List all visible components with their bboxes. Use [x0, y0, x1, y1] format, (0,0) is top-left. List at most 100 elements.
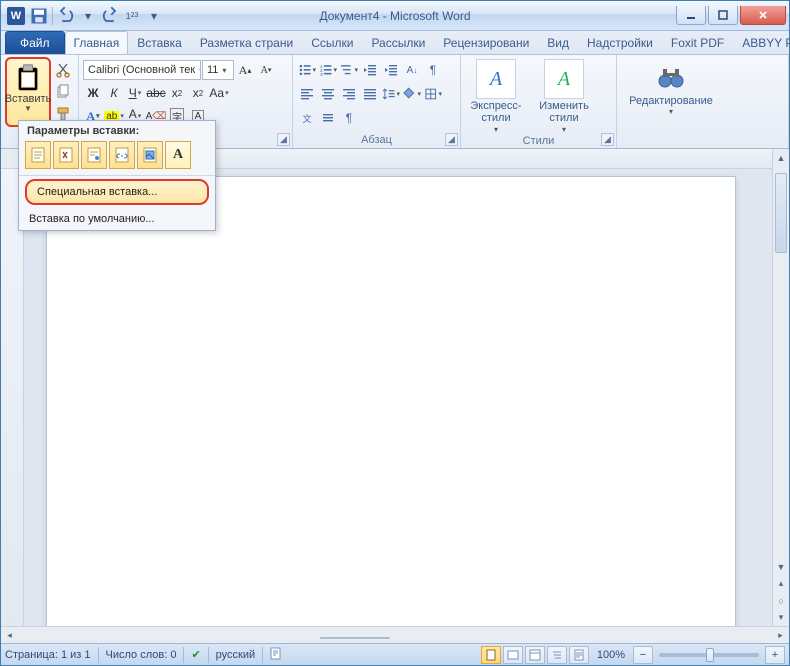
copy-icon[interactable]: [53, 82, 73, 102]
change-styles-icon: A: [544, 59, 584, 99]
bold-icon[interactable]: Ж: [83, 83, 103, 103]
view-outline-icon[interactable]: [547, 646, 567, 664]
tab-mailings[interactable]: Рассылки: [362, 31, 434, 54]
tab-abbyy[interactable]: ABBYY PDF Trans: [733, 31, 790, 54]
subscript-icon[interactable]: x2: [167, 83, 187, 103]
qat-redo-icon[interactable]: [100, 6, 120, 26]
justify-icon[interactable]: [360, 84, 380, 104]
asian-layout-icon[interactable]: ¶: [339, 108, 359, 128]
shading-icon[interactable]: [402, 84, 422, 104]
align-center-icon[interactable]: [318, 84, 338, 104]
status-language[interactable]: русский: [216, 649, 255, 661]
qat-separator: [52, 7, 53, 25]
multilevel-list-icon[interactable]: [339, 60, 359, 80]
qat-undo-dropdown[interactable]: ▾: [78, 6, 98, 26]
qat-save-icon[interactable]: [29, 6, 49, 26]
page[interactable]: [46, 176, 736, 626]
numbering-icon[interactable]: 123: [318, 60, 338, 80]
status-word-count[interactable]: Число слов: 0: [106, 649, 177, 661]
paste-options-header: Параметры вставки:: [19, 121, 215, 139]
quick-styles-button[interactable]: A Экспресс-стили ▾: [465, 59, 527, 134]
superscript-icon[interactable]: x2: [188, 83, 208, 103]
scroll-right-icon[interactable]: ▸: [772, 627, 789, 644]
tab-layout[interactable]: Разметка страни: [191, 31, 302, 54]
scroll-up-icon[interactable]: ▲: [773, 149, 789, 166]
align-left-icon[interactable]: [297, 84, 317, 104]
zoom-in-icon[interactable]: +: [765, 646, 785, 664]
decrease-indent-icon[interactable]: [360, 60, 380, 80]
underline-icon[interactable]: Ч: [125, 83, 145, 103]
paste-option-keep-source[interactable]: [25, 141, 51, 169]
qat-undo-icon[interactable]: [56, 6, 76, 26]
select-browse-icon[interactable]: ○: [773, 592, 789, 609]
change-case-icon[interactable]: Aa: [209, 83, 229, 103]
sort-icon[interactable]: A↓: [402, 60, 422, 80]
prev-page-icon[interactable]: ▴: [773, 575, 789, 592]
chevron-down-icon: ▾: [562, 125, 566, 134]
paste-option-link[interactable]: [109, 141, 135, 169]
track-changes-icon[interactable]: [270, 646, 284, 663]
tab-foxit[interactable]: Foxit PDF: [662, 31, 733, 54]
view-web-icon[interactable]: [525, 646, 545, 664]
paste-option-merge[interactable]: [53, 141, 79, 169]
distributed-icon[interactable]: [318, 108, 338, 128]
styles-dialog-launcher[interactable]: ◢: [601, 133, 614, 146]
document-surface[interactable]: [24, 169, 772, 626]
maximize-button[interactable]: [708, 6, 738, 25]
increase-indent-icon[interactable]: [381, 60, 401, 80]
group-paragraph: 123 A↓ ¶ 文: [293, 55, 461, 148]
tab-home[interactable]: Главная: [65, 31, 129, 54]
tab-view[interactable]: Вид: [538, 31, 578, 54]
change-styles-button[interactable]: A Изменить стили ▾: [533, 59, 595, 134]
editing-button[interactable]: Редактирование ▾: [621, 59, 721, 116]
window-controls: [676, 6, 789, 25]
status-page[interactable]: Страница: 1 из 1: [5, 649, 91, 661]
grow-font-icon[interactable]: A▴: [235, 60, 255, 80]
line-spacing-icon[interactable]: [381, 84, 401, 104]
minimize-button[interactable]: [676, 6, 706, 25]
view-full-screen-icon[interactable]: [503, 646, 523, 664]
show-hide-icon[interactable]: ¶: [423, 60, 443, 80]
vertical-ruler[interactable]: [1, 169, 24, 626]
shrink-font-icon[interactable]: A▾: [256, 60, 276, 80]
scroll-left-icon[interactable]: ◂: [1, 627, 18, 644]
borders-icon[interactable]: [423, 84, 443, 104]
zoom-slider[interactable]: [659, 653, 759, 657]
qat-customize-dropdown[interactable]: ▾: [144, 6, 164, 26]
tab-addins[interactable]: Надстройки: [578, 31, 662, 54]
paste-option-picture[interactable]: [137, 141, 163, 169]
horizontal-scrollbar[interactable]: ◂ ▸: [1, 626, 789, 643]
italic-icon[interactable]: К: [104, 83, 124, 103]
view-draft-icon[interactable]: [569, 646, 589, 664]
paste-option-use-dest[interactable]: [81, 141, 107, 169]
tab-insert[interactable]: Вставка: [128, 31, 191, 54]
qat-123-icon[interactable]: 123: [122, 6, 142, 26]
paragraph-dialog-launcher[interactable]: ◢: [445, 133, 458, 146]
set-default-paste-item[interactable]: Вставка по умолчанию...: [19, 208, 215, 230]
font-name-combo[interactable]: Calibri (Основной тек▾: [83, 60, 201, 80]
strikethrough-icon[interactable]: abc: [146, 83, 166, 103]
vertical-scrollbar[interactable]: ▲ ▼ ▴ ○ ▾: [772, 149, 789, 626]
cut-icon[interactable]: [53, 60, 73, 80]
close-button[interactable]: [740, 6, 786, 25]
scroll-thumb[interactable]: [775, 173, 787, 253]
view-print-layout-icon[interactable]: [481, 646, 501, 664]
hscroll-thumb[interactable]: [320, 637, 390, 639]
text-direction-icon[interactable]: 文: [297, 108, 317, 128]
zoom-level[interactable]: 100%: [597, 649, 625, 661]
scroll-down-icon[interactable]: ▼: [773, 558, 789, 575]
next-page-icon[interactable]: ▾: [773, 609, 789, 626]
paste-special-item[interactable]: Специальная вставка...: [25, 179, 209, 205]
file-tab[interactable]: Файл: [5, 31, 65, 54]
font-size-combo[interactable]: 11▾: [202, 60, 234, 80]
paste-button[interactable]: Вставить ▼: [5, 57, 51, 127]
align-right-icon[interactable]: [339, 84, 359, 104]
zoom-handle[interactable]: [706, 648, 714, 662]
zoom-out-icon[interactable]: −: [633, 646, 653, 664]
bullets-icon[interactable]: [297, 60, 317, 80]
spelling-icon[interactable]: ✔: [191, 648, 200, 661]
tab-review[interactable]: Рецензировани: [434, 31, 538, 54]
tab-references[interactable]: Ссылки: [302, 31, 362, 54]
paste-option-text[interactable]: A: [165, 141, 191, 169]
font-dialog-launcher[interactable]: ◢: [277, 133, 290, 146]
